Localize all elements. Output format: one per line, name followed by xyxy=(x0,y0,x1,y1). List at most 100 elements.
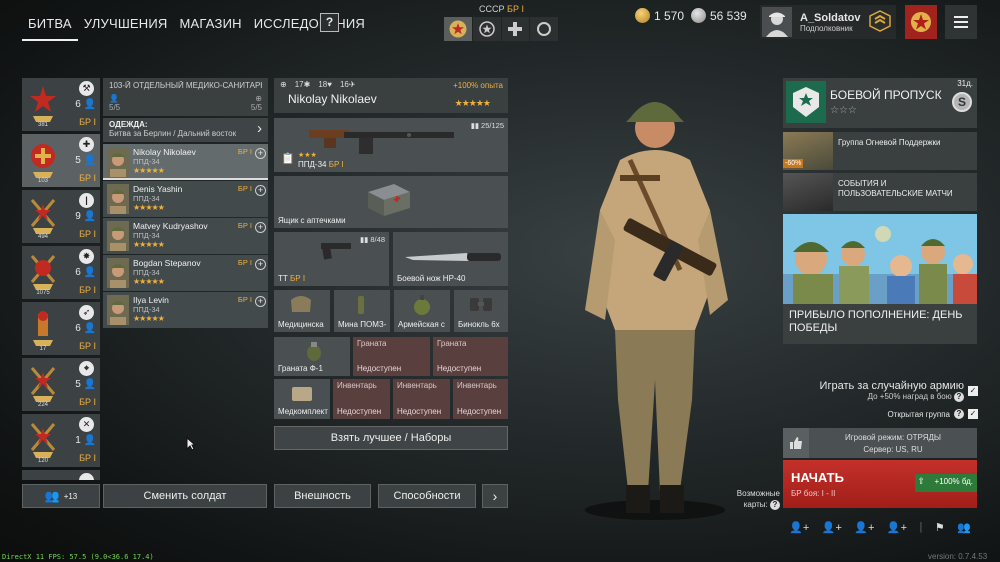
random-army-option[interactable]: Играть за случайную армию До +50% наград… xyxy=(820,380,978,402)
locked-inventory-slot[interactable]: Инвентарь Недоступен xyxy=(453,379,508,419)
tab-research[interactable]: ИССЛЕДОВАНИЯ xyxy=(248,10,371,41)
main-nav: БИТВА УЛУЧШЕНИЯ МАГАЗИН ИССЛЕДОВАНИЯ xyxy=(22,10,371,41)
soldier-stars: ★★★★★ xyxy=(133,277,165,286)
soldier-stars: ★★★★★ xyxy=(133,166,165,175)
battle-pass-title: БОЕВОЙ ПРОПУСК xyxy=(830,88,942,102)
medal-button[interactable] xyxy=(905,5,937,39)
silver-display[interactable]: 56 539 xyxy=(691,8,747,23)
add-friend-icon[interactable]: 👤+ xyxy=(822,521,842,534)
secondary-weapon-slot[interactable]: ▮▮ 8/48 ТТ БР I xyxy=(274,232,389,286)
item-slot[interactable]: Медицинска xyxy=(274,290,330,332)
open-group-checkbox[interactable]: ✓ xyxy=(968,409,978,419)
plus-icon[interactable]: + xyxy=(255,259,266,270)
squad-card[interactable]: ✸ 6 👤 БР I 1075 xyxy=(22,246,100,299)
tab-battle[interactable]: БИТВА xyxy=(22,10,78,41)
stat-speed: 16✈ xyxy=(339,80,356,89)
outfit-selector[interactable]: ОДЕЖДА: Битва за Берлин / Дальний восток… xyxy=(103,118,268,142)
gold-amount: 1 570 xyxy=(654,8,685,23)
appearance-button[interactable]: Внешность xyxy=(274,484,371,508)
medic-cross-icon: ✚ xyxy=(79,137,94,152)
start-label: НАЧАТЬ xyxy=(791,470,844,485)
gold-display[interactable]: 1 570 xyxy=(635,8,684,23)
menu-button[interactable] xyxy=(945,5,977,39)
xp-arrow-icon: ⇧ xyxy=(917,476,926,486)
group-icon[interactable]: 👥 xyxy=(957,521,971,534)
backpack-slot[interactable]: Ящик с аптечками xyxy=(274,176,508,228)
game-mode-panel[interactable]: Игровой режим: ОТРЯДЫ Сервер: US, RU xyxy=(783,428,977,458)
soldier-weapon: ППД-34 xyxy=(133,231,160,240)
battle-pass-panel[interactable]: БОЕВОЙ ПРОПУСК ☆☆☆ 31д. S xyxy=(783,78,977,128)
squad-card[interactable]: ✕ 1 👤 БР I 120 xyxy=(22,414,100,467)
abilities-button[interactable]: Способности xyxy=(378,484,476,508)
take-best-button[interactable]: Взять лучшее / Наборы xyxy=(274,426,508,450)
red-star-icon xyxy=(449,20,467,38)
squad-emblem-icon xyxy=(30,423,56,458)
soldier-row[interactable]: Matvey Kudryashov ППД-34 ★★★★★ БР I + xyxy=(103,218,268,254)
squad-group-button[interactable]: 👥 +13 xyxy=(22,484,100,508)
item-slot[interactable]: Мина ПОМЗ- xyxy=(334,290,390,332)
item-slot[interactable]: Армейская с xyxy=(394,290,450,332)
germany-flag-button[interactable] xyxy=(501,17,530,41)
victory-day-banner[interactable] xyxy=(783,214,977,304)
help-icon[interactable]: ? xyxy=(954,409,964,419)
plus-icon[interactable]: + xyxy=(255,222,266,233)
next-button[interactable]: › xyxy=(482,484,508,508)
help-button[interactable]: ? xyxy=(320,13,339,32)
grenade-slot[interactable]: Граната Ф-1 xyxy=(274,337,350,376)
crossed-tools-icon: ✕ xyxy=(79,417,94,432)
soldier-avatar-icon xyxy=(762,7,792,37)
thumbs-up-icon[interactable] xyxy=(783,428,809,458)
start-button[interactable]: НАЧАТЬ БР боя: I - II ⇧ +100% бд. xyxy=(783,460,977,508)
locked-label: Недоступен xyxy=(397,407,442,416)
squad-card[interactable]: ▬ xyxy=(22,470,100,480)
add-perk-icon[interactable]: ⊕ xyxy=(280,80,287,89)
item-label: Медицинска xyxy=(278,320,324,329)
soldier-row[interactable]: Bogdan Stepanov ППД-34 ★★★★★ БР I + xyxy=(103,255,268,291)
locked-grenade-slot[interactable]: Граната Недоступен xyxy=(353,337,430,376)
usa-flag-button[interactable] xyxy=(472,17,501,41)
plus-icon[interactable]: + xyxy=(255,185,266,196)
flag-icon[interactable]: ⚑ xyxy=(935,521,945,534)
tab-shop[interactable]: МАГАЗИН xyxy=(174,10,248,41)
plus-icon[interactable]: + xyxy=(255,148,266,159)
server-label: Сервер: US, RU xyxy=(863,445,923,454)
squad-card[interactable]: ➶ 6 👤 БР I 17 xyxy=(22,302,100,355)
promo-fire-support[interactable]: -60% Группа Огневой Поддержки xyxy=(783,132,977,170)
possible-maps-label[interactable]: Возможные карты: ? xyxy=(720,488,780,510)
soldier-row[interactable]: Nikolay Nikolaev ППД-34 ★★★★★ БР I + xyxy=(103,144,268,180)
japan-flag-button[interactable] xyxy=(530,17,558,41)
melee-slot[interactable]: Боевой нож НР-40 xyxy=(393,232,508,286)
tab-upgrades[interactable]: УЛУЧШЕНИЯ xyxy=(78,10,174,41)
squad-level: 120 xyxy=(37,458,48,464)
squad-level: 494 xyxy=(37,234,48,240)
plus-icon[interactable]: + xyxy=(255,296,266,307)
primary-stars: ★★★ xyxy=(298,152,317,159)
squad-card[interactable]: ✚ 5 👤 БР I 103 xyxy=(22,134,100,187)
help-icon[interactable]: ? xyxy=(954,392,964,402)
silver-amount: 56 539 xyxy=(710,8,747,23)
ussr-flag-button[interactable] xyxy=(444,17,472,41)
locked-inventory-slot[interactable]: Инвентарь Недоступен xyxy=(333,379,390,419)
battle-pass-stars: ☆☆☆ xyxy=(830,105,857,116)
help-icon[interactable]: ? xyxy=(770,500,780,510)
locked-inventory-slot[interactable]: Инвентарь Недоступен xyxy=(393,379,450,419)
item-slot[interactable]: Бинокль 6х xyxy=(454,290,508,332)
change-soldier-button[interactable]: Сменить солдат xyxy=(103,484,267,508)
open-group-option[interactable]: Открытая группа ? ✓ xyxy=(887,409,978,419)
soldier-row[interactable]: Ilya Levin ППД-34 ★★★★★ БР I + xyxy=(103,292,268,328)
promo-events[interactable]: СОБЫТИЯ И ПОЛЬЗОВАТЕЛЬСКИЕ МАТЧИ xyxy=(783,173,977,211)
add-friend-icon[interactable]: 👤+ xyxy=(854,521,874,534)
primary-weapon-slot[interactable]: ▮▮ 25/125 📋 ★★★ ППД-34 БР I xyxy=(274,118,508,172)
add-friend-icon[interactable]: 👤+ xyxy=(887,521,907,534)
squad-br: БР I xyxy=(79,117,96,127)
random-army-checkbox[interactable]: ✓ xyxy=(968,386,978,396)
squad-card[interactable]: ⚒ 6 👤 БР I 381 xyxy=(22,78,100,131)
banner-art xyxy=(783,214,977,304)
squad-card[interactable]: ⌖ 5 👤 БР I 224 xyxy=(22,358,100,411)
soldier-weapon: ППД-34 xyxy=(133,268,160,277)
soldier-row[interactable]: Denis Yashin ППД-34 ★★★★★ БР I + xyxy=(103,181,268,217)
squad-card[interactable]: | 9 👤 БР I 494 xyxy=(22,190,100,243)
add-friend-icon[interactable]: 👤+ xyxy=(789,521,809,534)
inventory-slot[interactable]: Медкомплект xyxy=(274,379,330,419)
locked-grenade-slot[interactable]: Граната Недоступен xyxy=(433,337,508,376)
